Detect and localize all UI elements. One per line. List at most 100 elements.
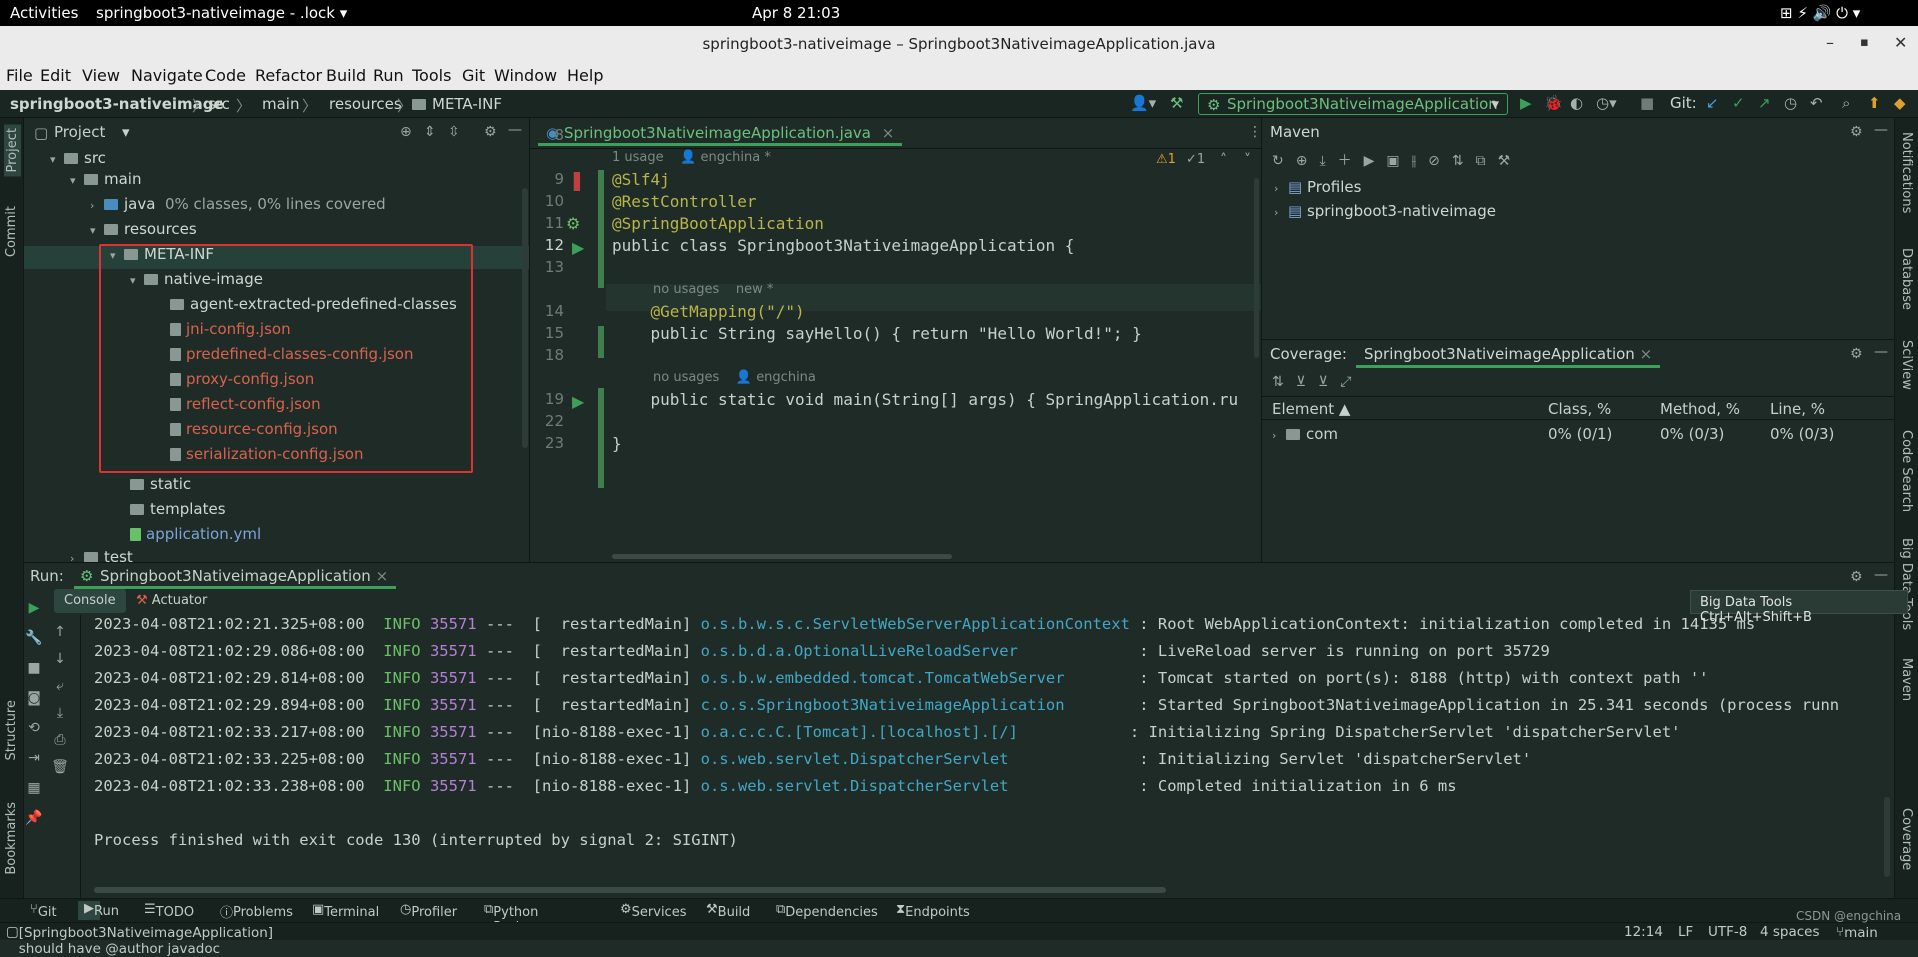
sciview-tool-tab[interactable]: SciView bbox=[1899, 340, 1914, 390]
git-update-icon[interactable]: ↙ bbox=[1706, 94, 1719, 112]
warning-indicator[interactable]: ⚠1 bbox=[1156, 152, 1176, 167]
pin-icon[interactable]: 📌 bbox=[24, 803, 44, 833]
layout-icon[interactable]: ▦ bbox=[24, 773, 44, 803]
debug-icon[interactable]: 🐞 bbox=[1544, 94, 1563, 112]
run-main-gutter-icon[interactable]: ▶ bbox=[572, 392, 584, 411]
tree-item-main[interactable]: ▾ main bbox=[70, 170, 141, 188]
code-line-14[interactable]: @GetMapping("/") bbox=[612, 302, 805, 321]
history-icon[interactable]: ◷ bbox=[1784, 94, 1797, 112]
menu-run[interactable]: Run bbox=[373, 66, 404, 85]
col-element[interactable]: Element ▲ bbox=[1272, 400, 1350, 418]
breadcrumb-main[interactable]: main bbox=[262, 95, 299, 113]
minimize-icon[interactable]: – bbox=[1826, 33, 1834, 52]
structure-tool-tab[interactable]: Structure bbox=[4, 700, 19, 760]
usage-hint[interactable]: no usages 👤 engchina bbox=[653, 370, 816, 385]
update-icon[interactable]: ⬆ bbox=[1868, 94, 1881, 112]
restore-icon[interactable]: ⟲ bbox=[24, 713, 44, 743]
down-icon[interactable]: ↓ bbox=[50, 646, 70, 673]
code-line-11[interactable]: @SpringBootApplication bbox=[612, 214, 824, 233]
search-icon[interactable]: ⌕ bbox=[1842, 94, 1850, 112]
log-line[interactable]: 2023-04-08T21:02:33.217+08:00 INFO 35571… bbox=[94, 723, 1681, 741]
log-line[interactable]: 2023-04-08T21:02:29.814+08:00 INFO 35571… bbox=[94, 669, 1709, 687]
notifications-tool-tab[interactable]: Notifications bbox=[1899, 132, 1914, 213]
bottom-tab-problems[interactable]: ⓘ Problems bbox=[220, 902, 293, 921]
run-configuration-select[interactable]: ⚙ Springboot3NativeimageApplication ▾ bbox=[1198, 93, 1508, 115]
run-icon[interactable]: ▶ bbox=[1520, 94, 1532, 112]
soft-wrap-icon[interactable]: ⤶ bbox=[50, 673, 70, 700]
col-line[interactable]: Line, % bbox=[1770, 400, 1825, 418]
bottom-tab-profiler[interactable]: ◷ Profiler bbox=[400, 902, 457, 920]
log-line[interactable]: 2023-04-08T21:02:29.894+08:00 INFO 35571… bbox=[94, 696, 1839, 714]
bottom-tab-dependencies[interactable]: ⧉ Dependencies bbox=[776, 902, 878, 920]
col-method[interactable]: Method, % bbox=[1660, 400, 1740, 418]
gear-icon[interactable]: ⚙ bbox=[1850, 569, 1863, 585]
prev-highlight-icon[interactable]: ˄ bbox=[1220, 152, 1227, 168]
print-icon[interactable]: ⎙ bbox=[50, 727, 70, 754]
expand-all-icon[interactable]: ⇕ bbox=[424, 124, 436, 140]
log-line[interactable]: 2023-04-08T21:02:33.238+08:00 INFO 35571… bbox=[94, 777, 1457, 795]
usage-hint[interactable]: 1 usage 👤 engchina * bbox=[612, 150, 771, 165]
line-separator[interactable]: LF bbox=[1678, 924, 1693, 940]
menu-help[interactable]: Help bbox=[567, 66, 603, 85]
vertical-scrollbar[interactable] bbox=[1254, 178, 1259, 358]
horizontal-scrollbar[interactable] bbox=[612, 554, 952, 559]
bottom-tab-run[interactable]: ▶ Run bbox=[78, 901, 119, 920]
tree-item-java[interactable]: › java 0% classes, 0% lines covered bbox=[90, 195, 386, 213]
scrollbar[interactable] bbox=[522, 188, 528, 448]
locate-icon[interactable]: ⊕ bbox=[400, 124, 412, 140]
indent-setting[interactable]: 4 spaces bbox=[1760, 924, 1820, 940]
camera-icon[interactable]: ◙ bbox=[24, 683, 44, 713]
tree-item-application-yml[interactable]: application.yml bbox=[130, 525, 261, 543]
menu-refactor[interactable]: Refactor bbox=[255, 66, 322, 85]
maven-item-profiles[interactable]: › ▤ Profiles bbox=[1274, 178, 1361, 196]
check-indicator[interactable]: ✓1 bbox=[1186, 152, 1205, 167]
code-line-19[interactable]: public static void main(String[] args) {… bbox=[612, 390, 1239, 409]
coverage-run-icon[interactable]: ◐ bbox=[1570, 94, 1583, 112]
usage-hint[interactable]: no usages new * bbox=[653, 282, 773, 297]
tree-item-templates[interactable]: templates bbox=[130, 500, 226, 518]
code-search-tool-tab[interactable]: Code Search bbox=[1899, 430, 1914, 512]
next-highlight-icon[interactable]: ˅ bbox=[1244, 152, 1251, 168]
more-icon[interactable]: ⋮ bbox=[1248, 124, 1261, 140]
database-tool-tab[interactable]: Database bbox=[1899, 248, 1914, 310]
activities-button[interactable]: Activities bbox=[10, 4, 78, 22]
menu-code[interactable]: Code bbox=[205, 66, 246, 85]
vertical-scrollbar[interactable] bbox=[1884, 797, 1890, 877]
bottom-tab-endpoints[interactable]: ⧗ Endpoints bbox=[896, 902, 970, 920]
tree-item-resources[interactable]: ▾ resources bbox=[90, 220, 197, 238]
maven-toolbar-icons[interactable]: ↻⊕⤓＋▶▣⫲⊘⇅⧉⚒ bbox=[1272, 150, 1522, 170]
bottom-tab-terminal[interactable]: ▣ Terminal bbox=[312, 902, 379, 920]
stop-icon[interactable]: ■ bbox=[1640, 94, 1654, 112]
tab-application-java[interactable]: ◉ Springboot3NativeimageApplication.java… bbox=[538, 120, 903, 146]
code-line-9[interactable]: @Slf4j bbox=[612, 170, 670, 189]
tree-item-test[interactable]: › test bbox=[70, 548, 133, 562]
bottom-tab-python-packages[interactable]: ⧉ Python Packages bbox=[484, 902, 554, 935]
gear-icon[interactable]: ⚙ bbox=[484, 124, 497, 140]
tree-item-static[interactable]: static bbox=[130, 475, 191, 493]
maximize-icon[interactable]: ▪ bbox=[1860, 35, 1869, 50]
log-line[interactable]: 2023-04-08T21:02:21.325+08:00 INFO 35571… bbox=[94, 615, 1755, 633]
ide-logo-icon[interactable]: ◆ bbox=[1894, 94, 1906, 112]
breadcrumb-meta-inf[interactable]: META-INF bbox=[412, 95, 502, 113]
chevron-down-icon[interactable]: ▾ bbox=[122, 123, 130, 141]
git-commit-icon[interactable]: ✓ bbox=[1732, 94, 1745, 112]
code-line-15[interactable]: public String sayHello() { return "Hello… bbox=[612, 324, 1142, 343]
clock[interactable]: Apr 8 21:03 bbox=[752, 4, 840, 22]
menu-view[interactable]: View bbox=[82, 66, 120, 85]
horizontal-scrollbar[interactable] bbox=[94, 887, 1166, 893]
menu-window[interactable]: Window bbox=[494, 66, 557, 85]
git-branch[interactable]: ⑂ main bbox=[1836, 924, 1878, 941]
app-menu[interactable]: springboot3-nativeimage - .lock ▾ bbox=[96, 4, 347, 22]
minimize-panel-icon[interactable]: — bbox=[1874, 567, 1888, 583]
menu-file[interactable]: File bbox=[6, 66, 33, 85]
close-tab-icon[interactable]: × bbox=[376, 567, 389, 585]
code-line-10[interactable]: @RestController bbox=[612, 192, 757, 211]
coverage-tool-tab[interactable]: Coverage bbox=[1899, 808, 1914, 870]
bottom-tab-services[interactable]: ⚙ Services bbox=[620, 902, 686, 920]
hammer-icon[interactable]: ⚒ bbox=[1170, 94, 1183, 112]
col-class[interactable]: Class, % bbox=[1548, 400, 1611, 418]
log-line[interactable]: 2023-04-08T21:02:29.086+08:00 INFO 35571… bbox=[94, 642, 1550, 660]
menu-navigate[interactable]: Navigate bbox=[131, 66, 203, 85]
maven-item-project[interactable]: › ▤ springboot3-nativeimage bbox=[1274, 202, 1496, 220]
project-tool-tab[interactable]: Project bbox=[4, 124, 21, 177]
